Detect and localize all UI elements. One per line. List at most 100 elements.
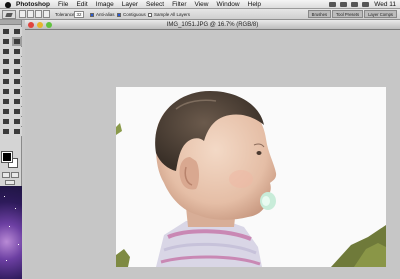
- panel-well: Brushes Tool Presets Layer Comps: [307, 10, 397, 18]
- menu-file[interactable]: File: [58, 0, 68, 9]
- add-to-selection-button[interactable]: [27, 10, 34, 18]
- lasso-tool[interactable]: [1, 37, 11, 46]
- shape-tool[interactable]: [12, 107, 22, 116]
- document-image[interactable]: [116, 87, 386, 267]
- move-tool[interactable]: [1, 27, 11, 36]
- contiguous-box[interactable]: [117, 12, 121, 17]
- document-titlebar[interactable]: IMG_1051.JPG @ 16.7% (RGB/8): [25, 20, 400, 30]
- menu-edit[interactable]: Edit: [76, 0, 87, 9]
- panel-tab-brushes[interactable]: Brushes: [307, 10, 332, 18]
- menu-photoshop[interactable]: Photoshop: [16, 0, 50, 9]
- notes-icon: [3, 119, 9, 124]
- menu-layer[interactable]: Layer: [122, 0, 138, 9]
- options-bar: Tolerance: 32 Anti-alias Contiguous Samp…: [0, 9, 400, 20]
- anti-alias-label: Anti-alias: [96, 12, 115, 17]
- path-selection-tool[interactable]: [1, 97, 11, 106]
- sample-all-layers-box[interactable]: [148, 12, 152, 17]
- shape-icon: [14, 109, 20, 114]
- zoom-window-icon[interactable]: [46, 22, 52, 28]
- clone-stamp-tool[interactable]: [1, 67, 11, 76]
- screen-mode-button[interactable]: [5, 180, 15, 185]
- menu-help[interactable]: Help: [248, 0, 261, 9]
- panel-tab-layer-comps[interactable]: Layer Comps: [364, 10, 397, 18]
- window-controls: [28, 22, 55, 28]
- contiguous-label: Contiguous: [123, 12, 146, 17]
- eraser-tool[interactable]: [1, 77, 11, 86]
- brush-icon: [14, 59, 20, 64]
- menu-extras: Wed 11: [325, 0, 396, 9]
- minimize-window-icon[interactable]: [37, 22, 43, 28]
- tolerance-input[interactable]: 32: [74, 11, 84, 18]
- anti-alias-checkbox[interactable]: Anti-alias: [90, 12, 115, 17]
- bluetooth-icon[interactable]: [329, 2, 337, 7]
- menu-image[interactable]: Image: [96, 0, 114, 9]
- quick-mask-buttons: [2, 172, 20, 178]
- sample-all-layers-checkbox[interactable]: Sample All Layers: [148, 12, 190, 17]
- tool-preset-picker[interactable]: [2, 10, 16, 19]
- eyedropper-icon: [14, 119, 20, 124]
- magic-wand-tool[interactable]: [12, 37, 22, 46]
- new-selection-button[interactable]: [19, 10, 26, 18]
- magic-wand-icon: [14, 39, 20, 44]
- hand-tool[interactable]: [1, 127, 11, 136]
- blur-tool[interactable]: [1, 87, 11, 96]
- menu-select[interactable]: Select: [146, 0, 164, 9]
- healing-tool[interactable]: [1, 57, 11, 66]
- standard-mode-button[interactable]: [2, 172, 10, 178]
- pen-tool[interactable]: [1, 107, 11, 116]
- slice-tool[interactable]: [12, 47, 22, 56]
- tools-palette: [0, 20, 22, 186]
- healing-icon: [3, 59, 9, 64]
- panel-tab-tool-presets[interactable]: Tool Presets: [332, 10, 364, 18]
- zoom-icon: [14, 129, 20, 134]
- dodge-tool[interactable]: [12, 87, 22, 96]
- eraser-icon: [3, 79, 9, 84]
- zoom-tool[interactable]: [12, 127, 22, 136]
- dodge-icon: [14, 89, 20, 94]
- marquee-tool[interactable]: [12, 27, 22, 36]
- wifi-icon[interactable]: [340, 2, 348, 7]
- blur-icon: [3, 89, 9, 94]
- apple-menu-icon[interactable]: [5, 1, 11, 8]
- menu-window[interactable]: Window: [217, 0, 240, 9]
- history-brush-tool[interactable]: [12, 67, 22, 76]
- anti-alias-box[interactable]: [90, 12, 94, 17]
- menubar-clock[interactable]: Wed 11: [374, 1, 396, 8]
- hand-icon: [3, 129, 9, 134]
- gradient-icon: [14, 79, 20, 84]
- quick-mask-mode-button[interactable]: [11, 172, 19, 178]
- contiguous-checkbox[interactable]: Contiguous: [117, 12, 146, 17]
- volume-icon[interactable]: [351, 2, 359, 7]
- battery-icon[interactable]: [362, 2, 370, 7]
- desktop-background: [0, 186, 22, 279]
- tool-grid: [0, 25, 22, 138]
- color-swatches: [1, 151, 20, 168]
- slice-icon: [14, 49, 20, 54]
- marquee-icon: [14, 29, 20, 34]
- document-window: IMG_1051.JPG @ 16.7% (RGB/8): [25, 20, 400, 279]
- type-icon: [14, 99, 20, 104]
- baby-photo: [116, 91, 386, 267]
- close-window-icon[interactable]: [28, 22, 34, 28]
- history-brush-icon: [14, 69, 20, 74]
- clone-stamp-icon: [3, 69, 9, 74]
- type-tool[interactable]: [12, 97, 22, 106]
- menu-bar: Photoshop File Edit Image Layer Select F…: [0, 0, 400, 9]
- intersect-selection-button[interactable]: [43, 10, 50, 18]
- menu-view[interactable]: View: [195, 0, 209, 9]
- menu-filter[interactable]: Filter: [172, 0, 186, 9]
- subtract-from-selection-button[interactable]: [35, 10, 42, 18]
- canvas-area[interactable]: [25, 30, 400, 279]
- crop-icon: [3, 49, 9, 54]
- notes-tool[interactable]: [1, 117, 11, 126]
- tolerance-label: Tolerance:: [55, 12, 76, 17]
- gradient-tool[interactable]: [12, 77, 22, 86]
- crop-tool[interactable]: [1, 47, 11, 56]
- lasso-icon: [3, 39, 9, 44]
- brush-tool[interactable]: [12, 57, 22, 66]
- sample-all-layers-label: Sample All Layers: [154, 12, 191, 17]
- selection-mode-buttons: [19, 10, 51, 18]
- foreground-color-swatch[interactable]: [1, 151, 13, 163]
- document-title: IMG_1051.JPG @ 16.7% (RGB/8): [166, 22, 259, 28]
- eyedropper-tool[interactable]: [12, 117, 22, 126]
